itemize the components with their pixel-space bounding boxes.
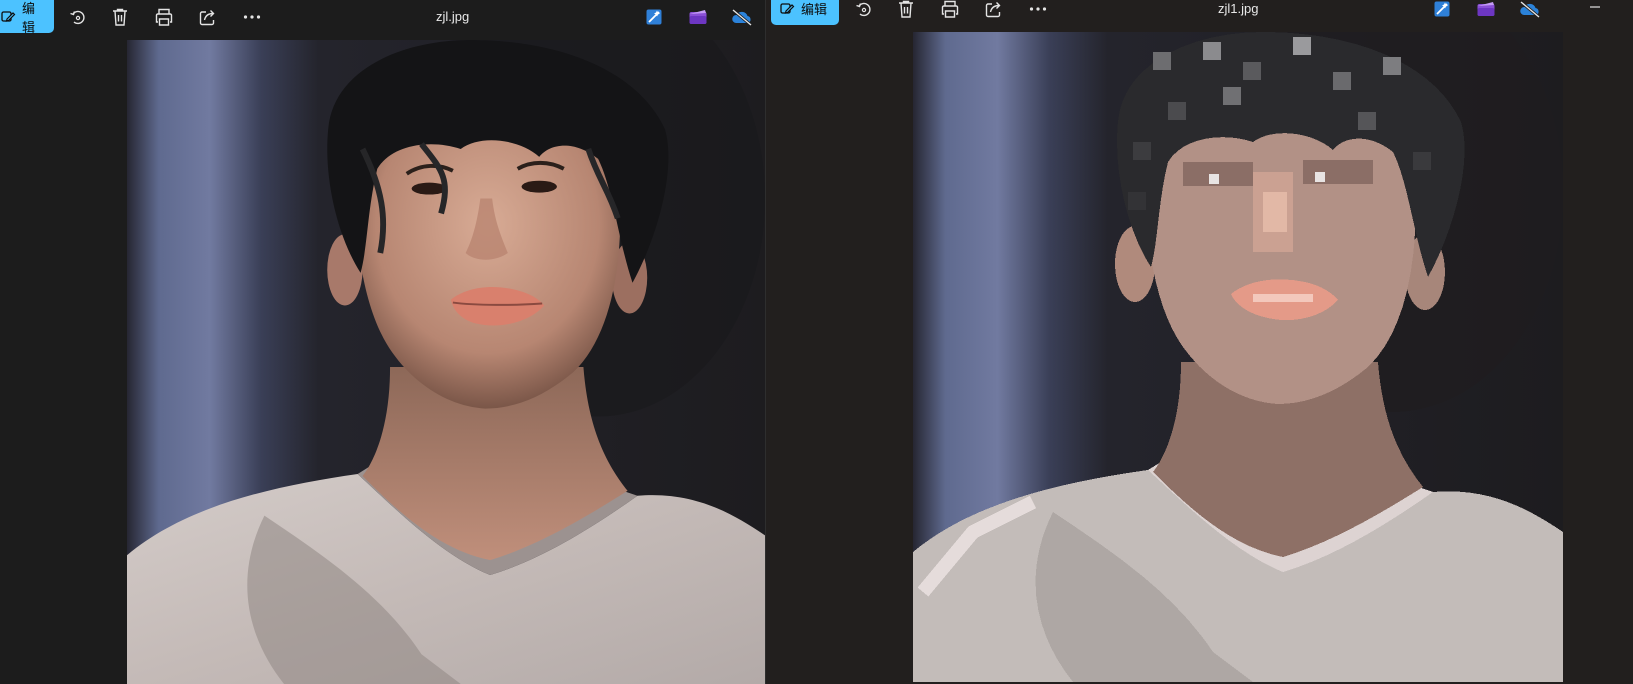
onedrive-icon (1520, 0, 1540, 18)
print-button[interactable] (938, 0, 962, 21)
edit-label: 编辑 (22, 0, 36, 35)
enhance-icon (646, 9, 662, 25)
video-editor-icon (689, 10, 707, 24)
more-icon (1029, 7, 1047, 11)
minimize-button[interactable] (1580, 0, 1610, 14)
onedrive-icon (732, 8, 752, 26)
rotate-button[interactable] (66, 5, 90, 29)
enhance-button[interactable] (1430, 0, 1454, 21)
delete-icon (113, 8, 127, 26)
share-icon (199, 10, 215, 26)
print-icon (155, 8, 173, 26)
minimize-icon (1590, 6, 1600, 8)
rotate-icon (856, 2, 871, 17)
photo-viewer-right: 编辑 zjl1.jpg (766, 0, 1633, 684)
delete-icon (899, 0, 913, 18)
edit-label: 编辑 (801, 2, 828, 17)
video-editor-button[interactable] (686, 5, 710, 29)
edit-icon (1, 10, 16, 22)
print-icon (941, 0, 959, 18)
viewer-toolbar: 编辑 (766, 0, 1633, 26)
more-button[interactable] (1026, 0, 1050, 21)
viewer-toolbar: 编辑 (0, 0, 765, 35)
photo-original (127, 40, 765, 684)
print-button[interactable] (152, 5, 176, 29)
enhance-button[interactable] (642, 5, 666, 29)
edit-button[interactable]: 编辑 (771, 0, 839, 25)
file-name: zjl1.jpg (1218, 1, 1259, 16)
more-button[interactable] (240, 5, 264, 29)
edit-button[interactable]: 编辑 (0, 0, 54, 35)
share-button[interactable] (982, 0, 1006, 21)
photo-viewer-left: 编辑 zjl.jpg (0, 0, 765, 684)
share-button[interactable] (196, 5, 220, 29)
delete-button[interactable] (894, 0, 918, 21)
edit-icon (780, 2, 795, 14)
rotate-icon (70, 10, 85, 25)
onedrive-button[interactable] (730, 5, 754, 29)
rotate-button[interactable] (852, 0, 876, 21)
photo-pixelated (913, 32, 1563, 682)
delete-button[interactable] (108, 5, 132, 29)
enhance-icon (1434, 1, 1450, 17)
video-editor-button[interactable] (1474, 0, 1498, 21)
onedrive-button[interactable] (1518, 0, 1542, 21)
file-name: zjl.jpg (436, 9, 470, 24)
share-icon (985, 2, 1001, 18)
more-icon (243, 15, 261, 19)
video-editor-icon (1477, 2, 1495, 16)
